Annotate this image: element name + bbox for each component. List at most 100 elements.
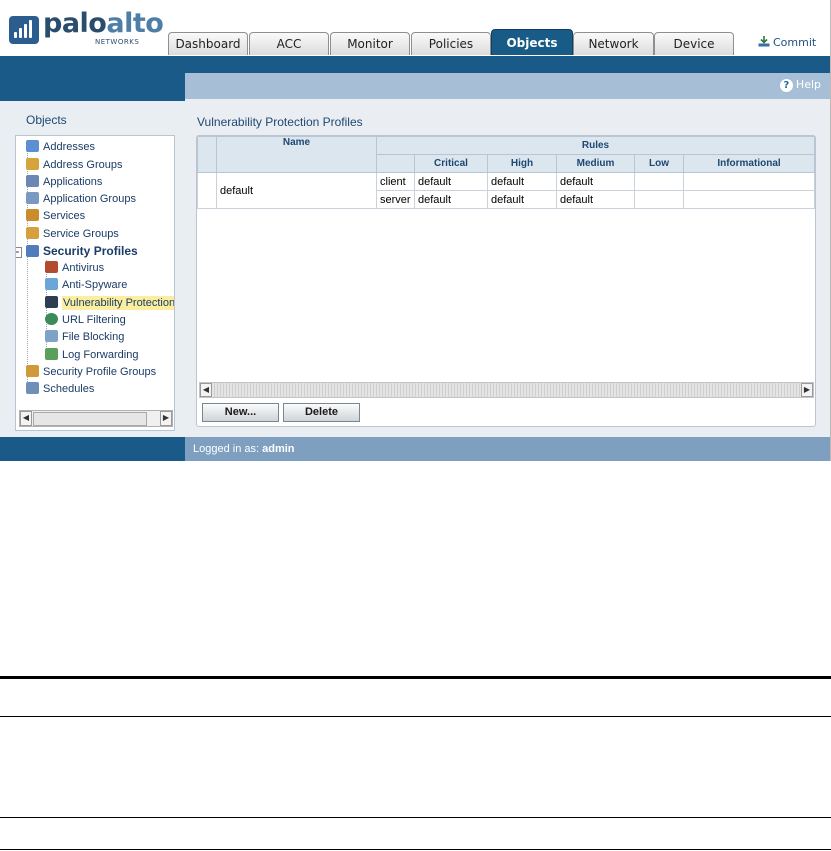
new-button[interactable]: New... — [202, 403, 279, 422]
help-strip: ? Help — [185, 73, 830, 100]
logo-subtext: NETWORKS — [95, 38, 140, 46]
tab-network[interactable]: Network — [573, 32, 654, 55]
app-window: paloalto NETWORKS Dashboard ACC Monitor … — [0, 0, 831, 461]
logo-bars-icon — [9, 16, 39, 44]
critical-cell: default — [414, 190, 488, 209]
addresses-icon — [26, 140, 39, 152]
tab-policies[interactable]: Policies — [411, 32, 491, 55]
page-title: Vulnerability Protection Profiles — [197, 115, 363, 129]
sidebar-item-url-filtering[interactable]: URL Filtering — [45, 312, 126, 328]
informational-cell — [682, 172, 815, 191]
scroll-right-arrow-icon[interactable]: ▶ — [160, 411, 172, 426]
table-row[interactable]: default client default default default — [197, 172, 815, 209]
table-horizontal-scrollbar[interactable]: ◀ ▶ — [199, 382, 814, 398]
tab-acc[interactable]: ACC — [249, 32, 329, 55]
divider-rule — [0, 849, 831, 850]
sidebar-item-application-groups[interactable]: Application Groups — [26, 191, 136, 207]
help-icon: ? — [779, 79, 793, 92]
rule-type-cell: server — [376, 190, 415, 209]
delete-button[interactable]: Delete — [283, 403, 360, 422]
schedules-icon — [26, 382, 39, 394]
critical-cell: default — [414, 172, 488, 191]
profiles-grid: Name Rules Critical High Medium Low Info… — [196, 135, 816, 427]
informational-cell — [682, 190, 815, 209]
sidebar-item-address-groups[interactable]: Address Groups — [26, 157, 122, 173]
sidebar-item-antivirus[interactable]: Antivirus — [45, 260, 104, 276]
main-panel: Vulnerability Protection Profiles Name R… — [185, 99, 830, 437]
objects-tree: Addresses Address Groups Applications Ap… — [15, 135, 175, 431]
sidebar-item-security-profiles[interactable]: −Security Profiles — [16, 243, 138, 259]
commit-label: Commit — [773, 36, 817, 49]
sidebar-item-anti-spyware[interactable]: Anti-Spyware — [45, 277, 127, 293]
rule-type-cell: client — [376, 172, 415, 191]
sidebar-item-security-profile-groups[interactable]: Security Profile Groups — [26, 364, 156, 380]
critical-column-header[interactable]: Critical — [414, 154, 488, 173]
divider-rule — [0, 716, 831, 717]
collapse-icon[interactable]: − — [16, 247, 22, 258]
table-scroll-left-icon[interactable]: ◀ — [200, 383, 212, 397]
commit-button[interactable]: Commit — [758, 36, 816, 49]
status-strip: Logged in as: admin — [185, 437, 830, 461]
high-cell: default — [487, 172, 557, 191]
divider-rule — [0, 676, 831, 679]
select-column-header — [197, 136, 217, 173]
sidebar-item-applications[interactable]: Applications — [26, 174, 102, 190]
low-cell — [634, 190, 684, 209]
row-select-cell[interactable] — [197, 172, 217, 209]
tab-device[interactable]: Device — [654, 32, 734, 55]
help-button[interactable]: ? Help — [779, 78, 821, 92]
file-blocking-icon — [45, 330, 58, 342]
high-cell: default — [487, 190, 557, 209]
table-header-row: Name Rules — [197, 136, 815, 173]
status-bar: Logged in as: admin — [0, 437, 830, 461]
help-label: Help — [795, 78, 821, 91]
sidebar-item-schedules[interactable]: Schedules — [26, 381, 94, 397]
security-profiles-icon — [26, 245, 39, 257]
sidebar-title: Objects — [26, 113, 67, 127]
divider-rule — [0, 817, 831, 818]
sidebar-item-file-blocking[interactable]: File Blocking — [45, 329, 124, 345]
sidebar-item-addresses[interactable]: Addresses — [26, 139, 95, 155]
high-column-header[interactable]: High — [487, 154, 557, 173]
tab-objects[interactable]: Objects — [491, 29, 573, 55]
tab-monitor[interactable]: Monitor — [330, 32, 410, 55]
log-forwarding-icon — [45, 348, 58, 360]
rule-type-column-header — [376, 154, 415, 173]
address-groups-icon — [26, 158, 39, 170]
profiles-table: Name Rules Critical High Medium Low Info… — [197, 136, 815, 209]
scroll-left-arrow-icon[interactable]: ◀ — [20, 411, 32, 426]
application-groups-icon — [26, 192, 39, 204]
low-cell — [634, 172, 684, 191]
informational-column-header[interactable]: Informational — [682, 154, 815, 173]
applications-icon — [26, 175, 39, 187]
url-filtering-icon — [45, 313, 58, 325]
sidebar-item-services[interactable]: Services — [26, 208, 85, 224]
sidebar-item-vulnerability-protection[interactable]: Vulnerability Protection — [45, 295, 174, 311]
antivirus-icon — [45, 261, 58, 273]
objects-sidebar: Objects Addresses Address Groups Applica… — [0, 101, 185, 437]
security-profile-groups-icon — [26, 365, 39, 377]
sidebar-item-log-forwarding[interactable]: Log Forwarding — [45, 347, 138, 363]
header-bar: paloalto NETWORKS Dashboard ACC Monitor … — [0, 0, 830, 56]
medium-cell: default — [556, 190, 635, 209]
service-groups-icon — [26, 227, 39, 239]
anti-spyware-icon — [45, 278, 58, 290]
medium-cell: default — [556, 172, 635, 191]
table-scroll-right-icon[interactable]: ▶ — [801, 383, 813, 397]
profile-name-link[interactable]: default — [216, 172, 377, 209]
vulnerability-protection-icon — [45, 296, 58, 308]
login-status: Logged in as: admin — [193, 443, 295, 455]
tab-dashboard[interactable]: Dashboard — [168, 32, 248, 55]
sidebar-item-service-groups[interactable]: Service Groups — [26, 226, 119, 242]
low-column-header[interactable]: Low — [634, 154, 684, 173]
sidebar-horizontal-scrollbar[interactable]: ◀ ▶ — [19, 410, 173, 427]
name-column-header[interactable]: Name — [216, 136, 377, 173]
rules-column-header: Rules — [375, 136, 815, 155]
paloalto-logo: paloalto NETWORKS — [9, 8, 164, 48]
commit-download-icon — [758, 36, 770, 47]
logged-in-user: admin — [262, 443, 295, 455]
logo-text: paloalto — [43, 8, 164, 39]
sidebar-scroll-thumb[interactable] — [33, 412, 147, 426]
medium-column-header[interactable]: Medium — [556, 154, 635, 173]
services-icon — [26, 209, 39, 221]
